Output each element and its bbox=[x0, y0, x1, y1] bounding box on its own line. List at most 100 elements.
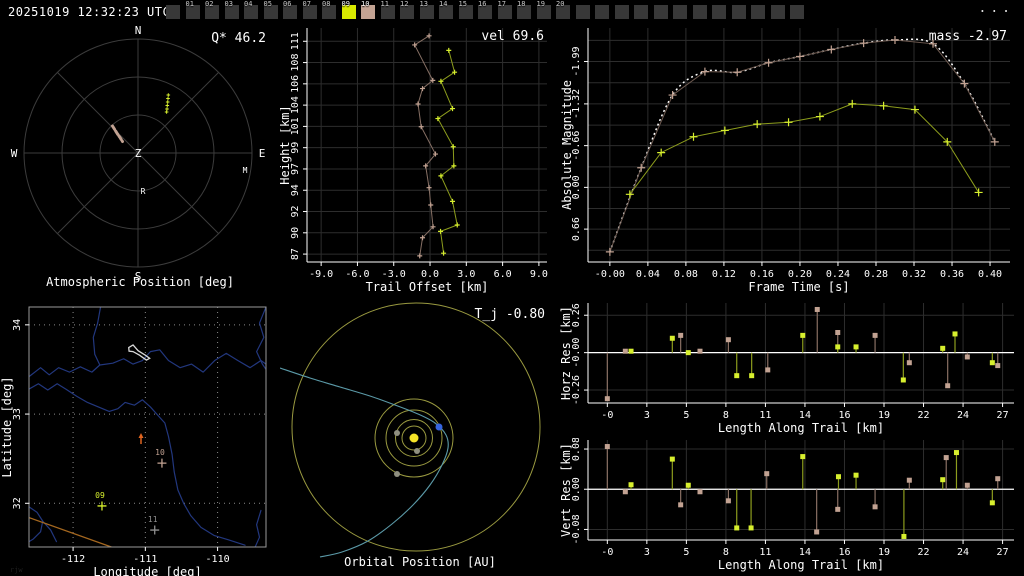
frame-thumb-13[interactable]: 13 bbox=[419, 1, 434, 19]
jupiter-orbit bbox=[291, 302, 541, 552]
frame-thumb-blank[interactable] bbox=[692, 5, 707, 19]
frame-thumb-label: 06 bbox=[283, 0, 292, 8]
timestamp: 20251019 12:32:23 UTC bbox=[8, 5, 171, 19]
frame-thumb-blank[interactable] bbox=[614, 5, 629, 19]
panel-atmospheric-position: N E S W Z M R Q* 46.2 Atmospheric Position [deg] bbox=[0, 24, 280, 300]
frame-thumb-blank[interactable] bbox=[673, 5, 687, 19]
frame-thumb-20[interactable]: 20 bbox=[556, 1, 570, 19]
frame-thumb-01[interactable]: 01 bbox=[185, 1, 200, 19]
frame-thumb-label: 09 bbox=[341, 0, 350, 8]
frame-thumb-11[interactable]: 11 bbox=[380, 1, 395, 19]
frame-thumb-blank[interactable] bbox=[751, 5, 765, 19]
x-tick-label: 11 bbox=[759, 410, 771, 421]
frame-thumb-label: 12 bbox=[400, 0, 409, 8]
frame-thumb-12[interactable]: 12 bbox=[400, 1, 414, 19]
frame-thumb-label: 14 bbox=[439, 0, 448, 8]
panel-orbital-position: T_j -0.80 Orbital Position [AU] bbox=[280, 300, 560, 576]
x-tick-label: -3.0 bbox=[382, 269, 406, 280]
frame-thumb-label: 20 bbox=[556, 0, 565, 8]
x-tick-label: 0.36 bbox=[940, 269, 964, 280]
frame-thumb-blank[interactable] bbox=[731, 5, 746, 19]
frame-thumb-label: 13 bbox=[419, 0, 428, 8]
frame-thumb-blank[interactable] bbox=[595, 5, 609, 19]
x-tick-label: 9.0 bbox=[530, 269, 548, 280]
x-axis-label: Frame Time [s] bbox=[748, 280, 849, 294]
y-axis-label: Vert Res [km] bbox=[560, 443, 573, 537]
x-tick-label: 5 bbox=[683, 547, 689, 558]
orbital-position-chart: T_j -0.80 Orbital Position [AU] bbox=[280, 302, 545, 569]
frame-thumb-label: 08 bbox=[322, 0, 331, 8]
series-camera-09 bbox=[625, 99, 983, 199]
frame-thumb-blank[interactable] bbox=[770, 5, 785, 19]
frame-thumb-06[interactable]: 06 bbox=[283, 1, 297, 19]
x-tick-label: -9.0 bbox=[309, 269, 333, 280]
y-tick-label: 92 bbox=[290, 206, 301, 218]
sun bbox=[409, 433, 419, 443]
station-marker-label: 11 bbox=[148, 515, 158, 524]
menu-dots[interactable]: ... bbox=[979, 1, 1014, 16]
frame-thumb-label: 03 bbox=[224, 0, 233, 8]
x-tick-label: 0.40 bbox=[978, 269, 1002, 280]
x-tick-label: 22 bbox=[918, 547, 930, 558]
frame-thumb-blank[interactable] bbox=[575, 5, 590, 19]
frame-thumb-02[interactable]: 02 bbox=[205, 1, 219, 19]
y-axis-label: Latitude [deg] bbox=[0, 376, 14, 477]
trail-camera-09 bbox=[164, 93, 171, 114]
y-axis-label: Height [km] bbox=[280, 105, 292, 184]
x-tick-label: -6.0 bbox=[345, 269, 369, 280]
x-axis-label: Atmospheric Position [deg] bbox=[46, 275, 234, 289]
y-tick-label: 111 bbox=[290, 32, 301, 50]
frame-thumb-10[interactable]: 10 bbox=[361, 1, 375, 19]
frame-thumb-17[interactable]: 17 bbox=[497, 1, 512, 19]
x-tick-label: 3 bbox=[644, 410, 650, 421]
frame-thumb-label: 15 bbox=[458, 0, 467, 8]
frame-thumb-blank[interactable] bbox=[166, 5, 180, 19]
y-tick-label: 34 bbox=[12, 319, 23, 331]
frame-thumb-blank[interactable] bbox=[790, 5, 804, 19]
station-marker-label: 10 bbox=[155, 448, 165, 457]
frame-thumb-04[interactable]: 04 bbox=[244, 1, 258, 19]
frame-thumb-18[interactable]: 18 bbox=[517, 1, 531, 19]
frame-strip: 01 02 03 04 05 06 07 08 09 10 11 12 13 14 15 16 17 18 19 20 bbox=[166, 0, 846, 24]
x-tick-label: 27 bbox=[997, 410, 1009, 421]
x-tick-label: 8 bbox=[723, 547, 729, 558]
frame-thumb-label: 18 bbox=[517, 0, 526, 8]
x-tick-label: 0.04 bbox=[636, 269, 660, 280]
panel-light-curve: -0.00 0.04 0.08 0.12 0.16 0.20 0.24 0.28 0.32 0.3… bbox=[560, 24, 1024, 300]
x-tick-label: 14 bbox=[799, 410, 811, 421]
frame-thumb-label: 11 bbox=[380, 0, 389, 8]
frame-thumb-09[interactable]: 09 bbox=[341, 1, 356, 19]
zenith-label: Z bbox=[135, 147, 142, 160]
meteor-ground-track-marker bbox=[138, 433, 144, 445]
compass-east-label: E bbox=[259, 147, 266, 160]
x-tick-label: -0.00 bbox=[595, 269, 625, 280]
planet-mars bbox=[394, 471, 400, 477]
frame-thumb-07[interactable]: 07 bbox=[302, 1, 317, 19]
x-tick-label: 22 bbox=[918, 410, 930, 421]
frame-thumb-label: 16 bbox=[478, 0, 487, 8]
frame-thumb-05[interactable]: 05 bbox=[263, 1, 278, 19]
ground-map-chart: 091011-112 -111 -110323334Longitude [deg]L… bbox=[0, 306, 267, 576]
frame-thumb-16[interactable]: 16 bbox=[478, 1, 492, 19]
frame-thumb-08[interactable]: 08 bbox=[322, 1, 336, 19]
panel-vertical-residuals: -0 3 5 8 11 14 16 19 22 24 27 0.08 0.00 -0.08 Length A… bbox=[560, 438, 1024, 576]
compass-north-label: N bbox=[135, 24, 142, 37]
x-tick-label: 3.0 bbox=[457, 269, 475, 280]
chart-title: Q* 46.2 bbox=[211, 31, 266, 46]
frame-thumb-blank[interactable] bbox=[712, 5, 726, 19]
x-axis-label: Length Along Trail [km] bbox=[718, 421, 884, 435]
y-tick-label: 0.66 bbox=[571, 217, 582, 241]
frame-thumb-label: 19 bbox=[536, 0, 545, 8]
trail-camera-10 bbox=[111, 124, 124, 143]
planet-mercury bbox=[414, 448, 420, 454]
x-tick-label: -110 bbox=[206, 554, 230, 565]
frame-thumb-03[interactable]: 03 bbox=[224, 1, 239, 19]
frame-thumb-15[interactable]: 15 bbox=[458, 1, 473, 19]
panel-trail-offset-height: -9.0 -6.0 -3.0 0.0 3.0 6.0 9.0 87 90 92 94 97 99 101 1… bbox=[280, 24, 560, 300]
x-tick-label: 27 bbox=[997, 547, 1009, 558]
frame-thumb-blank[interactable] bbox=[634, 5, 648, 19]
frame-thumb-blank[interactable] bbox=[653, 5, 668, 19]
frame-thumb-14[interactable]: 14 bbox=[439, 1, 453, 19]
frame-thumb-19[interactable]: 19 bbox=[536, 1, 551, 19]
x-tick-label: 0.28 bbox=[864, 269, 888, 280]
